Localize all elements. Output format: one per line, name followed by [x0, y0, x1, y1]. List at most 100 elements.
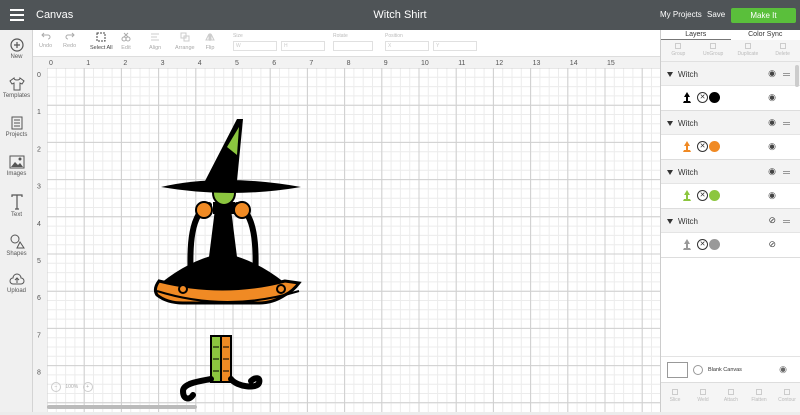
- collapse-arrow-icon[interactable]: [667, 219, 673, 224]
- hidden-eye-icon[interactable]: ◉: [779, 364, 787, 375]
- sidebar-item-text[interactable]: Text: [0, 194, 33, 218]
- drag-handle-icon[interactable]: [783, 220, 790, 221]
- edit-label: Edit: [121, 45, 130, 51]
- undo-button[interactable]: Undo: [39, 32, 52, 49]
- collapse-arrow-icon[interactable]: [667, 121, 673, 126]
- align-icon: [150, 32, 160, 42]
- drag-handle-icon[interactable]: [783, 122, 790, 123]
- duplicate-button[interactable]: Duplicate: [731, 40, 766, 61]
- layer-group[interactable]: Witch⊘✕⊘: [661, 209, 800, 258]
- arrange-icon: [180, 32, 190, 42]
- layer-list-scrollbar[interactable]: [795, 65, 799, 87]
- weld-icon: [700, 389, 706, 395]
- cut-icon[interactable]: ✕: [697, 239, 708, 250]
- witch-skirt: [155, 253, 299, 303]
- layer-row[interactable]: ✕◉: [661, 135, 800, 159]
- sidebar-item-projects[interactable]: Projects: [0, 116, 33, 138]
- drag-handle-icon[interactable]: [783, 171, 790, 172]
- layer-group-header[interactable]: Witch◉: [661, 160, 800, 184]
- layer-group[interactable]: Witch◉✕◉: [661, 111, 800, 160]
- upload-icon: [9, 272, 25, 286]
- horizontal-scrollbar[interactable]: [47, 405, 197, 409]
- x-input[interactable]: X: [385, 41, 429, 51]
- edit-button[interactable]: Edit: [121, 32, 131, 51]
- tab-color-sync[interactable]: Color Sync: [731, 30, 800, 40]
- my-projects-link[interactable]: My Projects: [660, 10, 702, 19]
- design-canvas[interactable]: 0123456789101112131415012345678: [33, 57, 660, 412]
- witch-image[interactable]: [33, 57, 660, 412]
- tab-layers[interactable]: Layers: [661, 30, 731, 40]
- weld-button[interactable]: Weld: [689, 383, 717, 412]
- eye-icon[interactable]: ◉: [768, 190, 776, 201]
- zoom-in-button[interactable]: +: [83, 382, 93, 392]
- y-input[interactable]: Y: [433, 41, 477, 51]
- layer-thumbnail-icon: [681, 140, 693, 154]
- layer-row[interactable]: ✕◉: [661, 184, 800, 208]
- panel-tabs: Layers Color Sync: [661, 30, 800, 40]
- color-swatch[interactable]: [709, 141, 720, 152]
- drag-handle-icon[interactable]: [783, 73, 790, 74]
- redo-button[interactable]: Redo: [63, 32, 76, 49]
- flatten-button[interactable]: Flatten: [745, 383, 773, 412]
- select-all-icon: [96, 32, 106, 42]
- select-all-button[interactable]: Select All: [90, 32, 113, 51]
- color-swatch[interactable]: [709, 92, 720, 103]
- hidden-eye-icon[interactable]: ⊘: [768, 239, 776, 250]
- attach-button[interactable]: Attach: [717, 383, 745, 412]
- layer-name: Witch: [678, 217, 698, 226]
- undo-icon: [41, 32, 51, 40]
- layer-group-header[interactable]: Witch◉: [661, 62, 800, 86]
- layer-row[interactable]: ✕⊘: [661, 233, 800, 257]
- sidebar-item-images[interactable]: Images: [0, 155, 33, 177]
- flip-label: Flip: [206, 45, 215, 51]
- eye-icon[interactable]: ◉: [768, 117, 776, 128]
- rotate-input[interactable]: [333, 41, 373, 51]
- collapse-arrow-icon[interactable]: [667, 170, 673, 175]
- contour-button[interactable]: Contour: [773, 383, 800, 412]
- redo-icon: [65, 32, 75, 40]
- height-input[interactable]: H: [281, 41, 325, 51]
- project-title: Witch Shirt: [300, 9, 500, 21]
- slice-icon: [672, 389, 678, 395]
- make-it-button[interactable]: Make It: [731, 8, 796, 23]
- blank-canvas-swatch[interactable]: [667, 362, 688, 378]
- sidebar-item-shapes[interactable]: Shapes: [0, 233, 33, 257]
- color-swatch[interactable]: [709, 190, 720, 201]
- eye-icon[interactable]: ◉: [768, 166, 776, 177]
- flip-button[interactable]: Flip: [205, 32, 215, 51]
- cut-icon[interactable]: ✕: [697, 92, 708, 103]
- sidebar-item-templates[interactable]: Templates: [0, 77, 33, 99]
- slice-button[interactable]: Slice: [661, 383, 689, 412]
- hamburger-menu-icon[interactable]: [10, 9, 24, 21]
- width-input[interactable]: W: [233, 41, 277, 51]
- eye-icon[interactable]: ◉: [768, 92, 776, 103]
- layer-row[interactable]: ✕◉: [661, 86, 800, 110]
- sidebar-item-new[interactable]: New: [0, 38, 33, 60]
- arrange-button[interactable]: Arrange: [175, 32, 195, 51]
- layer-group[interactable]: Witch◉✕◉: [661, 160, 800, 209]
- eye-icon[interactable]: ◉: [768, 68, 776, 79]
- sidebar-item-upload[interactable]: Upload: [0, 272, 33, 294]
- align-button[interactable]: Align: [149, 32, 161, 51]
- position-fields: Position XY: [385, 33, 477, 51]
- projects-icon: [10, 116, 24, 130]
- group-button[interactable]: Group: [661, 40, 696, 61]
- layers-panel: Layers Color Sync Group UnGroup Duplicat…: [660, 30, 800, 412]
- blank-canvas-row[interactable]: Blank Canvas ◉: [661, 356, 800, 382]
- zoom-out-button[interactable]: −: [51, 382, 61, 392]
- cut-icon[interactable]: ✕: [697, 141, 708, 152]
- shirt-icon: [9, 77, 25, 91]
- color-swatch[interactable]: [709, 239, 720, 250]
- hidden-eye-icon[interactable]: ⊘: [768, 215, 776, 226]
- cut-icon[interactable]: ✕: [697, 190, 708, 201]
- rotate-label: Rotate: [333, 33, 348, 39]
- eye-icon[interactable]: ◉: [768, 141, 776, 152]
- ungroup-button[interactable]: UnGroup: [696, 40, 731, 61]
- delete-button[interactable]: Delete: [765, 40, 800, 61]
- layer-group-header[interactable]: Witch ⊘: [661, 209, 800, 233]
- layer-group[interactable]: Witch◉✕◉: [661, 62, 800, 111]
- save-button[interactable]: Save: [707, 10, 725, 19]
- sidebar-label: Shapes: [6, 251, 26, 257]
- layer-group-header[interactable]: Witch◉: [661, 111, 800, 135]
- collapse-arrow-icon[interactable]: [667, 72, 673, 77]
